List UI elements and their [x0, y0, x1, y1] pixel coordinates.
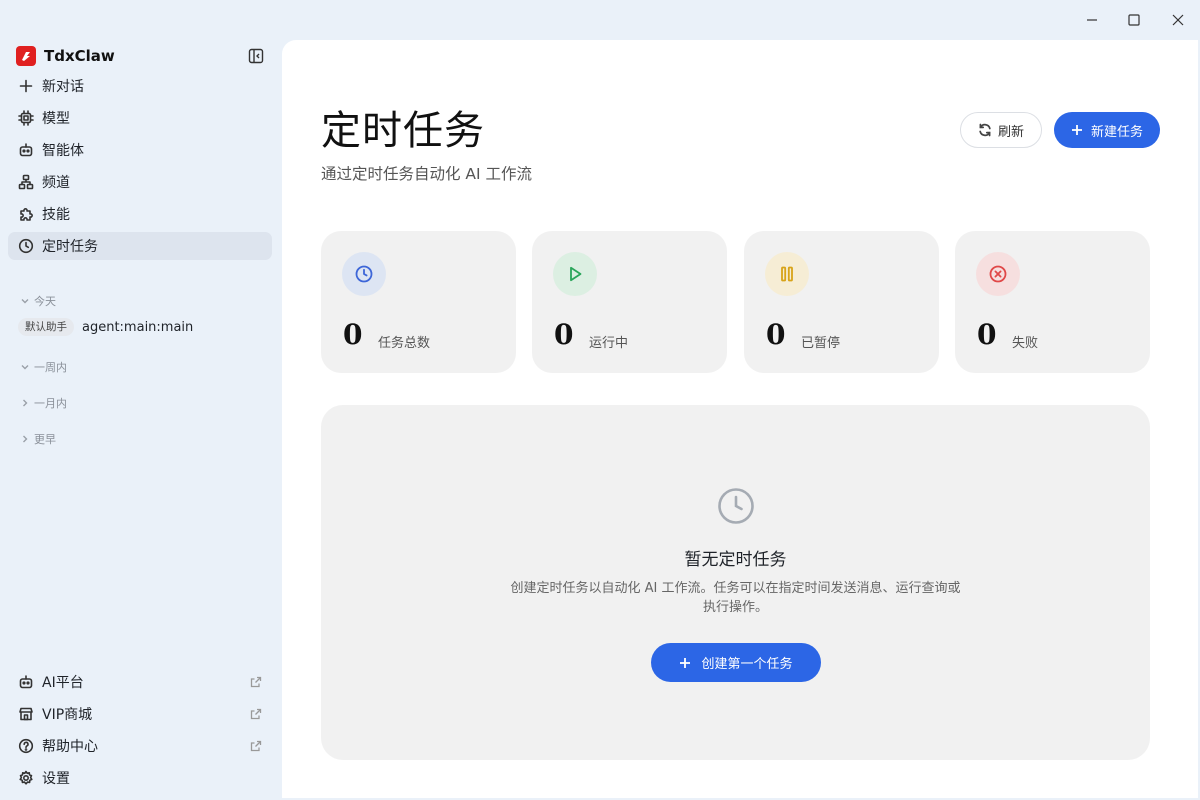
sidebar-item-models[interactable]: 模型 [8, 104, 272, 132]
external-link-icon [250, 708, 262, 720]
sidebar-item-agents[interactable]: 智能体 [8, 136, 272, 164]
empty-state-panel: 暂无定时任务 创建定时任务以自动化 AI 工作流。任务可以在指定时间发送消息、运… [321, 405, 1150, 760]
chip-icon [18, 110, 34, 126]
store-icon [19, 707, 33, 721]
sidebar-item-label: 频道 [42, 175, 70, 191]
sidebar-item-label: 设置 [42, 771, 70, 787]
stat-icon-wrap [976, 252, 1020, 296]
sidebar-item-label: 定时任务 [42, 239, 98, 255]
history-group-month[interactable]: 一月内 [20, 395, 67, 411]
gear-icon [19, 770, 33, 785]
maximize-icon [1128, 14, 1140, 26]
stat-value: 0 [766, 318, 786, 351]
clock-icon [18, 238, 34, 254]
sidebar-item-label: 帮助中心 [42, 739, 98, 755]
chevron-down-icon [21, 365, 29, 370]
history-group-label: 今天 [34, 295, 56, 308]
maximize-button[interactable] [1112, 6, 1156, 34]
robot-icon [19, 675, 33, 689]
clock-icon [716, 486, 756, 526]
create-first-task-label: 创建第一个任务 [701, 657, 793, 672]
plus-icon [680, 657, 691, 668]
close-button[interactable] [1156, 6, 1200, 34]
history-group-label: 一周内 [34, 361, 67, 374]
sidebar-item-channels[interactable]: 频道 [8, 168, 272, 196]
sidebar-item-label: 技能 [42, 207, 70, 223]
history-group-label: 一月内 [34, 397, 67, 410]
external-link-icon [250, 676, 262, 688]
plus-icon [1071, 125, 1082, 135]
history-group-earlier[interactable]: 更早 [20, 431, 56, 447]
session-tag: 默认助手 [18, 318, 74, 336]
sidebar-item-label: AI平台 [42, 675, 84, 691]
stat-label: 运行中 [589, 336, 629, 351]
history-group-week[interactable]: 一周内 [20, 359, 67, 375]
sidebar-bottom-nav: AI平台 VIP商城 帮助中心 设置 [8, 668, 272, 796]
help-icon [18, 738, 34, 754]
sidebar: TdxClaw 新对话 模型 智能体 频道 技能 定时任务 今天 默认助手 ag… [0, 40, 282, 800]
error-icon [989, 265, 1007, 283]
collapse-sidebar-button[interactable] [246, 46, 266, 66]
stat-icon-wrap [765, 252, 809, 296]
stat-card-failed: 0 失败 [955, 231, 1150, 373]
sidebar-nav: 新对话 模型 智能体 频道 技能 定时任务 [8, 72, 272, 264]
refresh-icon [979, 123, 991, 137]
stat-card-running: 0 运行中 [532, 231, 727, 373]
clock-icon [355, 265, 373, 283]
stat-label: 失败 [1012, 336, 1039, 351]
refresh-button[interactable]: 刷新 [960, 112, 1042, 148]
stat-card-paused: 0 已暂停 [744, 231, 939, 373]
stat-icon-wrap [342, 252, 386, 296]
sidebar-item-label: 新对话 [42, 79, 84, 95]
plus-icon [19, 79, 33, 93]
title-bar [0, 0, 1200, 40]
play-icon [570, 266, 582, 282]
stat-label: 已暂停 [801, 336, 841, 351]
brand[interactable]: TdxClaw [16, 46, 115, 66]
refresh-button-label: 刷新 [997, 124, 1024, 140]
history-group-label: 更早 [34, 433, 56, 446]
empty-state-title: 暂无定时任务 [684, 550, 787, 570]
puzzle-icon [20, 208, 33, 221]
app-name: TdxClaw [44, 47, 115, 65]
main-content: 定时任务 通过定时任务自动化 AI 工作流 刷新 新建任务 0 任务总数 0 运… [282, 40, 1198, 798]
sidebar-item-help-center[interactable]: 帮助中心 [8, 732, 272, 760]
stat-value: 0 [554, 318, 574, 351]
stat-label: 任务总数 [378, 336, 431, 351]
empty-state-description: 创建定时任务以自动化 AI 工作流。任务可以在指定时间发送消息、运行查询或执行操… [510, 581, 961, 615]
sidebar-item-ai-platform[interactable]: AI平台 [8, 668, 272, 696]
stat-value: 0 [343, 318, 363, 351]
external-link-icon [250, 740, 262, 752]
pause-icon [781, 266, 793, 282]
stat-icon-wrap [553, 252, 597, 296]
history-group-today[interactable]: 今天 [20, 293, 56, 309]
chevron-right-icon [23, 399, 28, 407]
chevron-down-icon [21, 299, 29, 304]
robot-icon [19, 143, 33, 157]
session-name: agent:main:main [82, 319, 194, 335]
sidebar-toggle-icon [248, 48, 264, 64]
network-icon [18, 174, 34, 190]
sidebar-item-label: VIP商城 [42, 707, 93, 723]
page-title: 定时任务 [321, 108, 485, 154]
new-task-button-label: 新建任务 [1090, 124, 1143, 140]
stat-card-total: 0 任务总数 [321, 231, 516, 373]
page-subtitle: 通过定时任务自动化 AI 工作流 [321, 165, 533, 183]
create-first-task-button[interactable]: 创建第一个任务 [651, 643, 821, 682]
stat-value: 0 [977, 318, 997, 351]
session-item[interactable]: 默认助手 agent:main:main [18, 318, 193, 336]
close-icon [1172, 14, 1184, 26]
sidebar-item-settings[interactable]: 设置 [8, 764, 272, 792]
minimize-button[interactable] [1070, 6, 1114, 34]
new-task-button[interactable]: 新建任务 [1054, 112, 1160, 148]
sidebar-item-label: 模型 [42, 111, 70, 127]
chevron-right-icon [23, 435, 28, 443]
minimize-icon [1087, 19, 1097, 21]
app-logo-icon [16, 46, 36, 66]
sidebar-item-skills[interactable]: 技能 [8, 200, 272, 228]
sidebar-item-scheduled-tasks[interactable]: 定时任务 [8, 232, 272, 260]
sidebar-item-vip-store[interactable]: VIP商城 [8, 700, 272, 728]
sidebar-item-new-chat[interactable]: 新对话 [8, 72, 272, 100]
sidebar-item-label: 智能体 [42, 143, 84, 159]
